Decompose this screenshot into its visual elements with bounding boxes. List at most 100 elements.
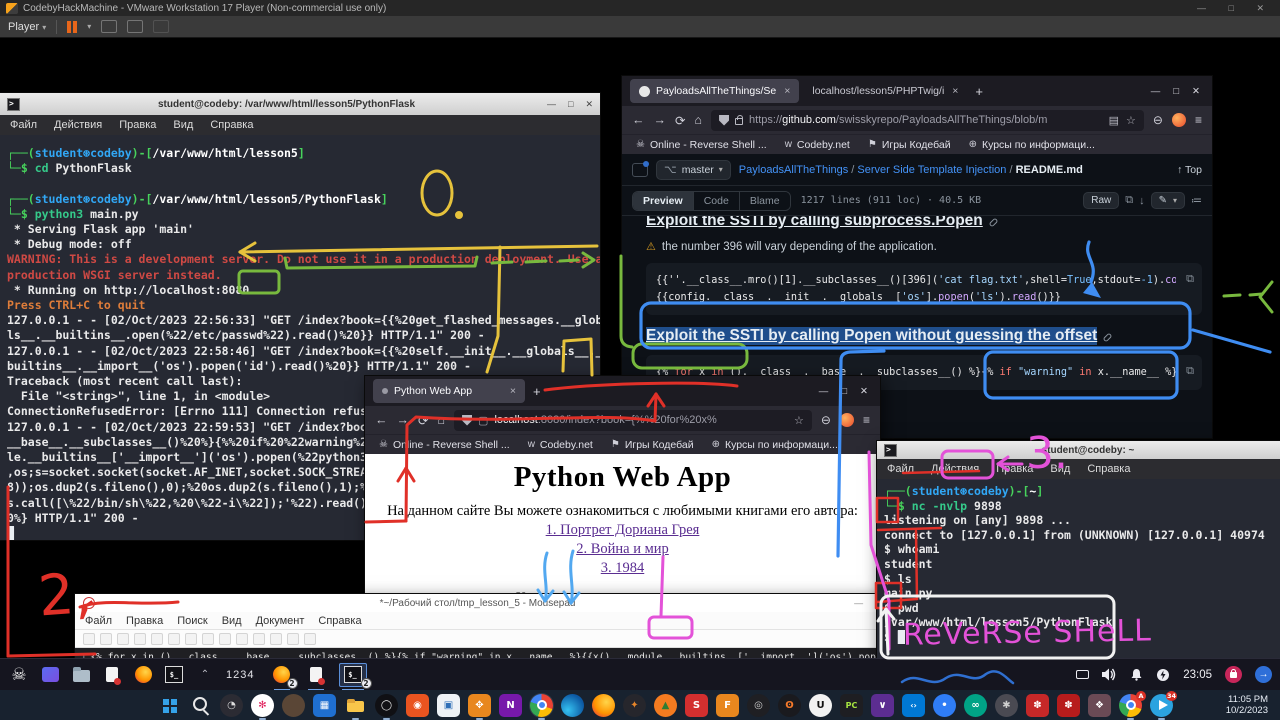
display-settings-icon[interactable] [1076,670,1089,679]
ring-app-icon[interactable]: ◯ [375,694,398,717]
reader-mode-icon[interactable]: ▤ [1109,114,1119,127]
edge-icon[interactable] [561,694,584,717]
reload-icon[interactable]: ⟳ [418,413,428,428]
new-file-icon[interactable] [83,633,95,645]
tmenu-item[interactable]: Вид [173,119,193,131]
mousepad-window-button[interactable] [305,663,327,687]
snip-icon[interactable]: ❖ [1088,694,1111,717]
windows-clock[interactable]: 11:05 PM 10/2/2023 [1226,694,1268,716]
forward-icon[interactable]: → [397,413,410,427]
bookmark-item[interactable]: ⚑Игры Кодебай [611,439,694,451]
vpn-status-icon[interactable]: → [1255,666,1272,683]
fl-studio-icon[interactable]: F [716,694,739,717]
firefox-launcher-icon[interactable] [132,663,154,687]
bookmark-item[interactable]: ⊕Курсы по информаци... [969,139,1095,151]
breadcrumb-part[interactable]: PayloadsAllTheThings [739,164,848,176]
speedtest-icon[interactable]: ◔ [220,694,243,717]
save-as-icon[interactable] [134,633,146,645]
tmenu-item[interactable]: Справка [1087,463,1130,475]
account-avatar[interactable] [1172,113,1186,127]
mpmenu-item[interactable]: Правка [126,615,163,627]
obs-icon[interactable]: ◎ [747,694,770,717]
menu-hamburger-icon[interactable]: ≡ [863,413,870,427]
sidebar-toggle-icon[interactable] [632,163,648,177]
chrome-profile-icon[interactable]: A [1119,694,1142,717]
ghseg[interactable]: Code [694,192,740,210]
telegram-icon[interactable]: 34 [1150,694,1173,717]
terminal-window-button[interactable]: 2 [339,663,367,687]
notifications-bell-icon[interactable] [1130,668,1143,681]
close-file-icon[interactable] [168,633,180,645]
tab-close-icon[interactable]: × [784,85,790,97]
tmenu-item[interactable]: Вид [1050,463,1070,475]
bookmark-item[interactable]: ⚑Игры Кодебай [868,139,951,151]
blender-icon[interactable]: ʘ [778,694,801,717]
hornet-icon[interactable]: ✱ [995,694,1018,717]
tmenu-item[interactable]: Файл [10,119,37,131]
back-icon[interactable]: ← [375,413,388,427]
outline-icon[interactable]: ≔ [1191,194,1202,207]
copy-raw-icon[interactable]: ⧉ [1125,194,1133,207]
terminal1-window-controls[interactable]: —□✕ [547,99,593,110]
save-icon[interactable] [117,633,129,645]
bookmark-star-icon[interactable]: ☆ [794,414,804,427]
pycharm-icon[interactable]: PC [840,694,863,717]
unreal-icon[interactable]: U [809,694,832,717]
bookmark-item[interactable]: ☠Online - Reverse Shell ... [379,439,510,451]
calendar-icon[interactable]: ▦ [313,694,336,717]
bookmark-star-icon[interactable]: ☆ [1126,114,1136,127]
link-icon[interactable] [1103,333,1113,343]
mpmenu-item[interactable]: Поиск [177,615,207,627]
page-info-icon[interactable]: ▢ [478,414,488,427]
mpmenu-item[interactable]: Вид [222,615,242,627]
pocket-icon[interactable]: ⊖ [821,413,831,427]
fullscreen-icon[interactable] [127,20,143,33]
tmenu-item[interactable]: Действия [931,463,979,475]
url-bar[interactable]: ▢ localhost:8080/index?book={%%20for%20x… [454,410,812,431]
redo-icon[interactable] [202,633,214,645]
tmenu-item[interactable]: Файл [887,463,914,475]
camtasia-icon[interactable]: ∞ [964,694,987,717]
url-bar[interactable]: https://github.com/swisskyrepo/PayloadsA… [711,110,1144,131]
copy-icon[interactable] [236,633,248,645]
book-link[interactable]: 1. Портрет Дориана Грея [365,522,880,539]
mpmenu-item[interactable]: Файл [85,615,112,627]
carrot-icon[interactable]: ▲ [654,694,677,717]
webapp-window-controls[interactable]: —□✕ [819,386,872,397]
slack-icon[interactable]: ✻ [251,694,274,717]
link-icon[interactable] [988,218,998,228]
home-icon[interactable]: ⌂ [437,413,445,427]
tmenu-item[interactable]: Справка [210,119,253,131]
download-icon[interactable]: ↓ [1139,195,1145,207]
tmenu-item[interactable]: Действия [54,119,102,131]
go-to-line-icon[interactable] [304,633,316,645]
open-icon[interactable] [100,633,112,645]
breadcrumb-part[interactable]: Server Side Template Injection [857,164,1006,176]
tab-localhost-phptwig[interactable]: localhost/lesson5/PHPTwig/i × [803,79,967,103]
terminal2-titlebar[interactable]: > student@codeby: ~ [877,441,1280,459]
virtualbox-icon[interactable]: ▣ [437,694,460,717]
bookmark-item[interactable]: ☠Online - Reverse Shell ... [636,139,767,151]
copy-code-icon[interactable]: ⧉ [1186,270,1194,287]
tab-payloadsallthethings[interactable]: PayloadsAllTheThings/Se × [630,79,799,103]
reload-icon[interactable]: ⟳ [675,113,685,128]
suspend-dropdown-icon[interactable]: ▾ [87,22,91,31]
file-manager-icon[interactable] [70,663,92,687]
replace-icon[interactable] [287,633,299,645]
undo-icon[interactable] [185,633,197,645]
start-button[interactable] [158,694,181,717]
power-manager-icon[interactable] [1156,668,1170,682]
vmware-window-controls[interactable]: — □ ✕ [1197,3,1274,14]
onenote-icon[interactable]: N [499,694,522,717]
mpmenu-item[interactable]: Справка [318,615,361,627]
new-tab-button[interactable]: + [533,384,541,399]
search-icon[interactable] [270,633,282,645]
search-button[interactable] [189,694,212,717]
top-link[interactable]: ↑ Top [1177,164,1202,176]
send-ctrl-alt-del-icon[interactable] [101,20,117,33]
vm-clock[interactable]: 23:05 [1183,669,1212,681]
chrome-icon[interactable] [530,694,553,717]
bookmark-item[interactable]: wCodeby.net [528,439,593,451]
davinci-icon[interactable]: ✦ [623,694,646,717]
paste-icon[interactable] [253,633,265,645]
